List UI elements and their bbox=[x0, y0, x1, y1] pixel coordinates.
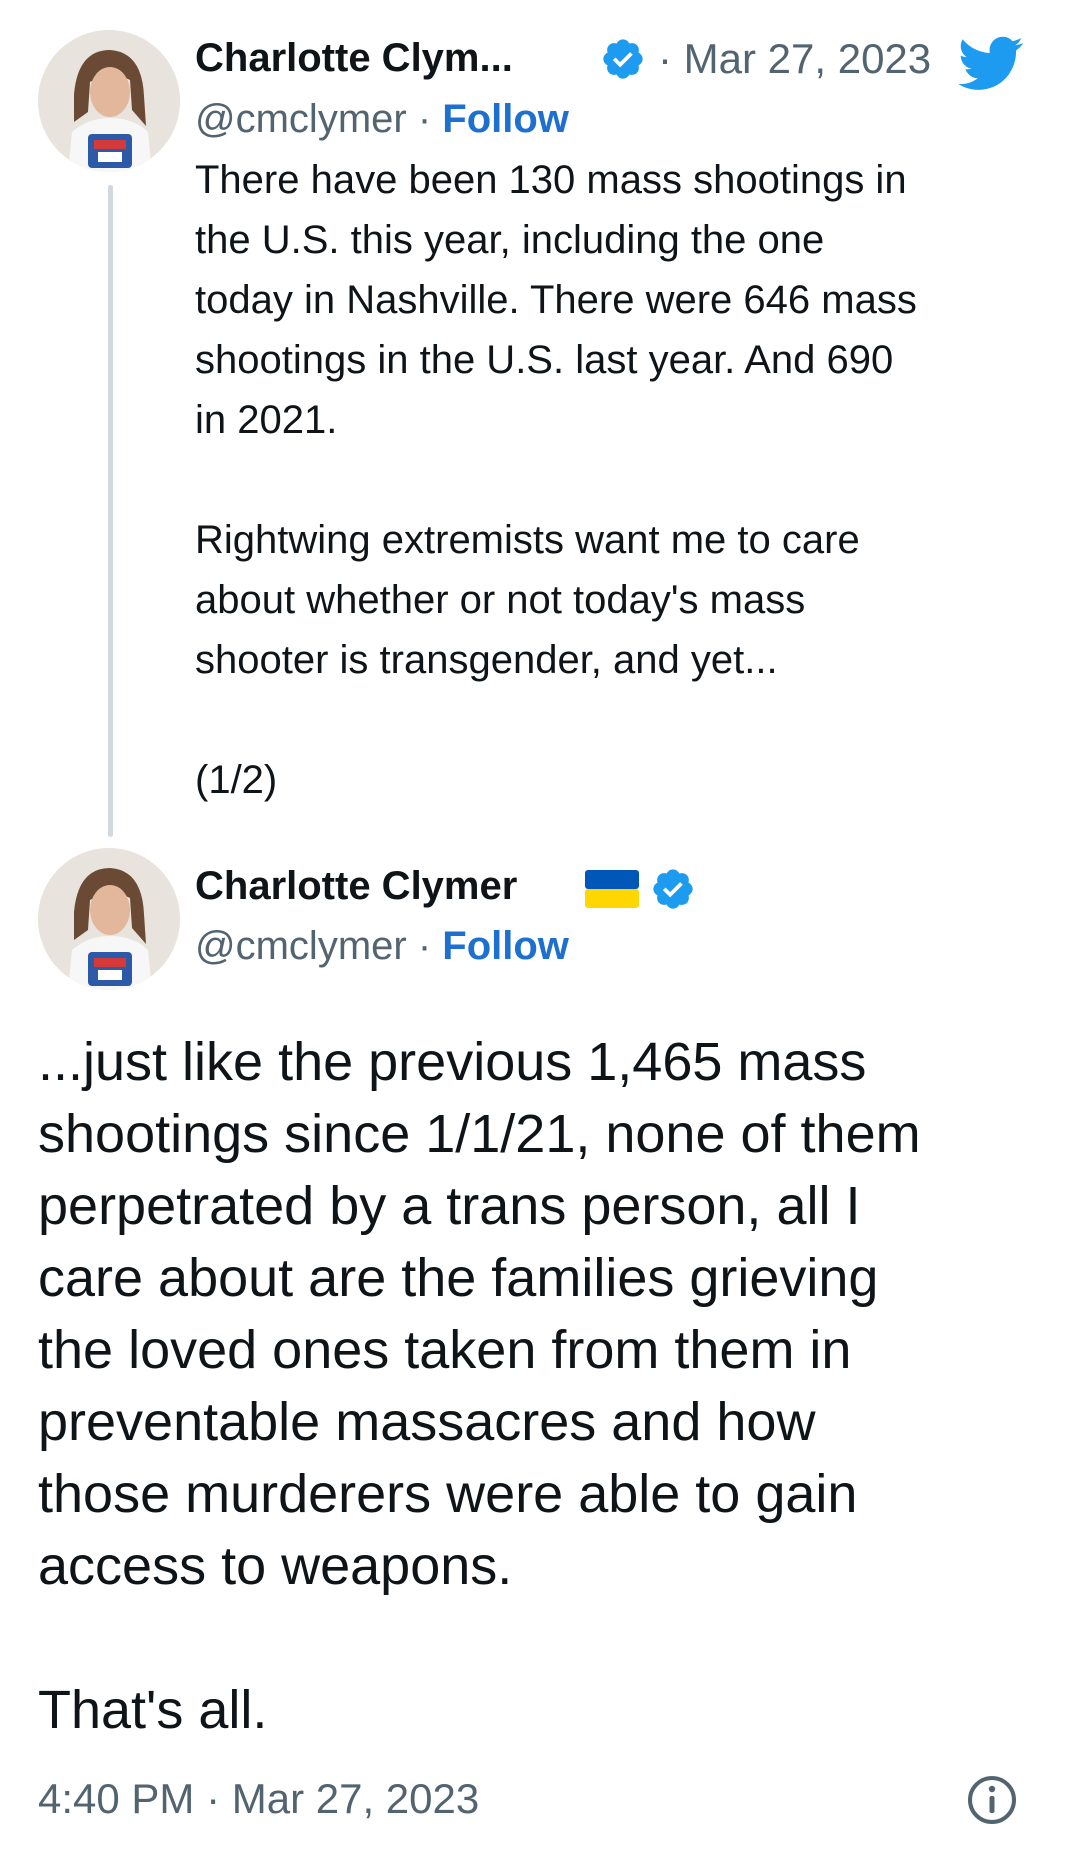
tweet2-follow-button[interactable]: Follow bbox=[442, 924, 569, 968]
avatar-photo bbox=[38, 848, 180, 990]
avatar-photo bbox=[38, 30, 180, 172]
avatar[interactable] bbox=[38, 30, 180, 172]
twitter-bird-icon[interactable] bbox=[958, 36, 1024, 92]
tweet1-text: There have been 130 mass shootings in th… bbox=[195, 158, 917, 802]
ukraine-flag-icon bbox=[585, 870, 639, 908]
tweet1-handle[interactable]: @cmclymer bbox=[195, 97, 407, 141]
tweet2-timestamp[interactable]: 4:40 PM · Mar 27, 2023 bbox=[38, 1774, 479, 1824]
info-icon[interactable] bbox=[966, 1774, 1018, 1826]
tweet1-date[interactable]: · Mar 27, 2023 bbox=[658, 35, 931, 83]
verified-badge-icon bbox=[653, 869, 693, 909]
tweet2-text: ...just like the previous 1,465 mass sho… bbox=[38, 1032, 921, 1740]
tweet1-display-name[interactable]: Charlotte Clym... bbox=[195, 34, 513, 82]
avatar[interactable] bbox=[38, 848, 180, 990]
tweet2-display-name[interactable]: Charlotte Clymer bbox=[195, 862, 517, 910]
verified-badge-icon bbox=[603, 39, 643, 79]
separator-dot: · bbox=[417, 97, 432, 141]
separator-dot: · bbox=[417, 924, 432, 968]
tweet2-handle-row: @cmclymer · Follow bbox=[195, 922, 569, 970]
tweet1-follow-button[interactable]: Follow bbox=[442, 97, 569, 141]
thread-connector-line bbox=[108, 185, 113, 837]
tweet2-handle[interactable]: @cmclymer bbox=[195, 924, 407, 968]
tweet1-handle-row: @cmclymer · Follow bbox=[195, 95, 569, 143]
